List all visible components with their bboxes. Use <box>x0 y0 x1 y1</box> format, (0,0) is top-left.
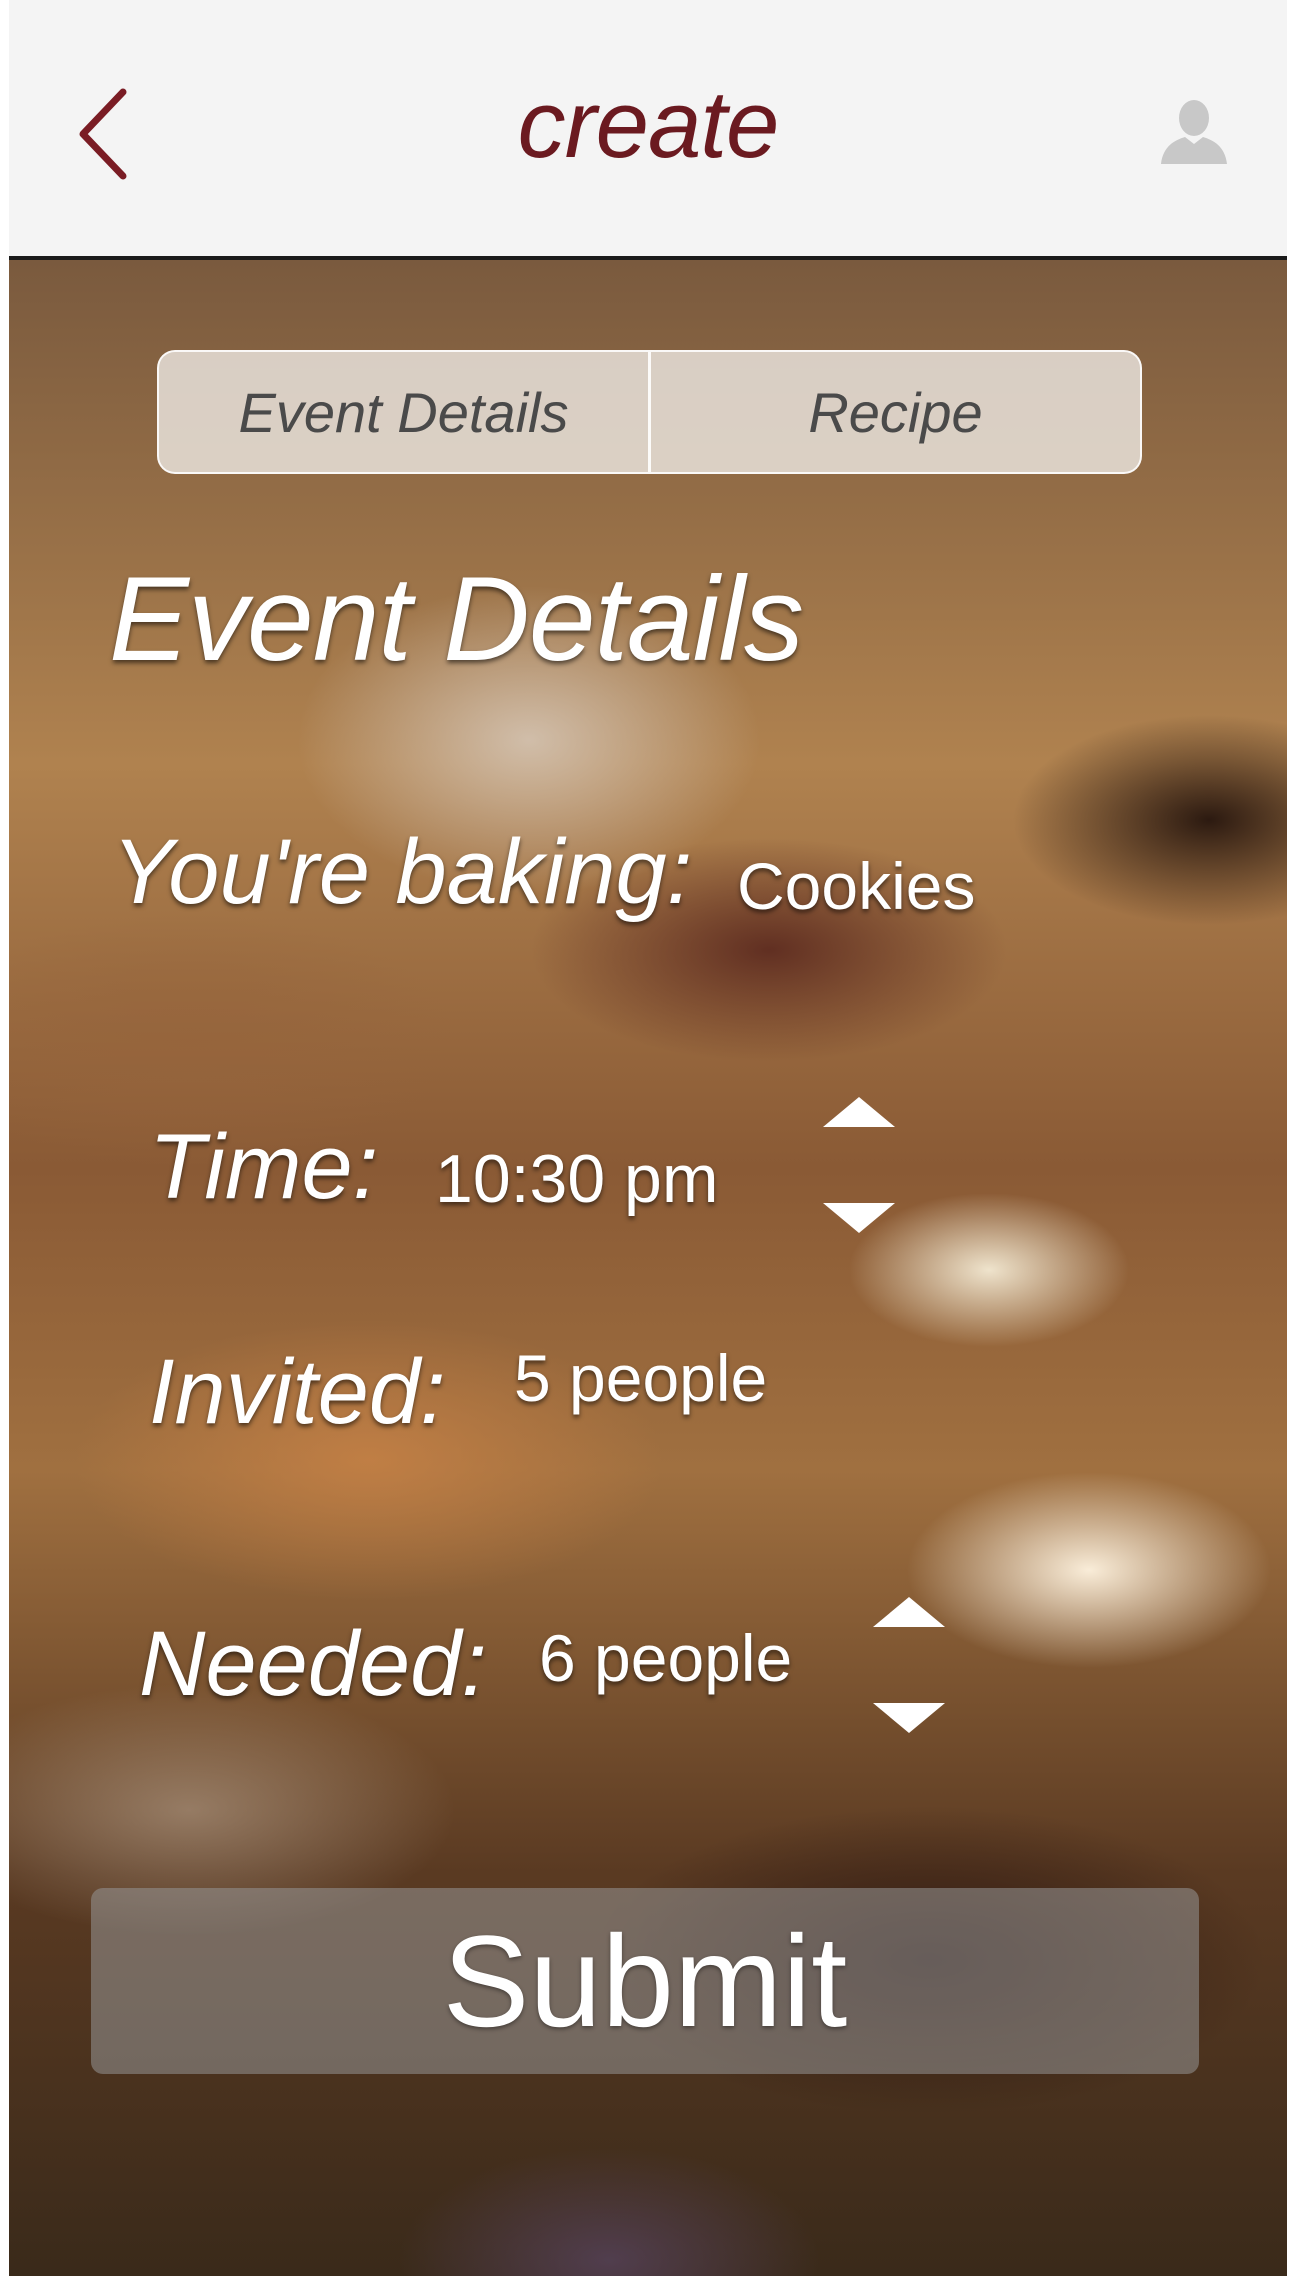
needed-increment-button[interactable] <box>869 1595 949 1629</box>
triangle-down-icon <box>823 1203 895 1233</box>
triangle-up-icon <box>823 1097 895 1127</box>
needed-stepper <box>869 1595 949 1735</box>
invited-value[interactable]: 5 people <box>514 1340 767 1416</box>
time-increment-button[interactable] <box>819 1095 899 1129</box>
time-decrement-button[interactable] <box>819 1201 899 1235</box>
needed-label: Needed: <box>139 1613 487 1715</box>
create-screen: create Event Details Recipe Event Detail… <box>9 0 1287 2276</box>
top-bar: create <box>9 0 1287 260</box>
profile-button[interactable] <box>1159 96 1229 166</box>
tab-recipe[interactable]: Recipe <box>651 352 1140 472</box>
section-title: Event Details <box>109 552 804 686</box>
page-title: create <box>517 71 780 178</box>
time-label: Time: <box>149 1116 379 1218</box>
needed-value[interactable]: 6 people <box>539 1620 792 1696</box>
time-value[interactable]: 10:30 pm <box>435 1140 719 1218</box>
segmented-control: Event Details Recipe <box>157 350 1142 474</box>
triangle-down-icon <box>873 1703 945 1733</box>
submit-button[interactable]: Submit <box>91 1888 1199 2074</box>
needed-decrement-button[interactable] <box>869 1701 949 1735</box>
invited-label: Invited: <box>149 1341 446 1443</box>
tab-event-details[interactable]: Event Details <box>159 352 648 472</box>
time-stepper <box>819 1095 899 1235</box>
triangle-up-icon <box>873 1597 945 1627</box>
user-silhouette-icon <box>1161 100 1227 164</box>
baking-label: You're baking: <box>112 821 693 923</box>
baking-value[interactable]: Cookies <box>737 848 975 924</box>
